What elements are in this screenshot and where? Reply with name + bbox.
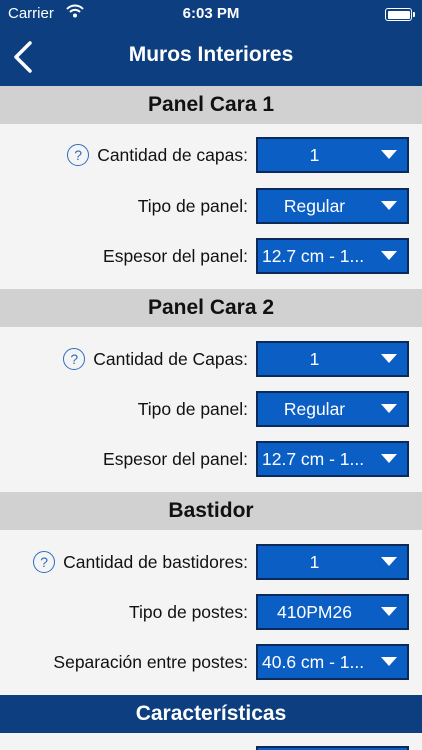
dropdown-arrow-icon bbox=[381, 150, 397, 159]
row-panel1-tipo: Tipo de panel: Regular bbox=[0, 188, 422, 224]
panel1-tipo-select[interactable]: Regular bbox=[256, 188, 409, 224]
help-icon[interactable]: ? bbox=[63, 348, 86, 370]
dropdown-arrow-icon bbox=[381, 404, 397, 413]
row-bastidor-postes: Tipo de postes: 410PM26 bbox=[0, 594, 422, 630]
row-panel2-tipo: Tipo de panel: Regular bbox=[0, 391, 422, 427]
bastidor-separacion-label: Separación entre postes: bbox=[53, 651, 248, 672]
panel2-espesor-label: Espesor del panel: bbox=[103, 448, 248, 469]
panel2-capas-label: Cantidad de Capas: bbox=[93, 348, 248, 369]
battery-icon bbox=[385, 8, 415, 21]
bastidor-cantidad-label: Cantidad de bastidores: bbox=[63, 551, 248, 572]
bastidor-cantidad-select[interactable]: 1 bbox=[256, 544, 409, 580]
section-header-panel-cara-2: Panel Cara 2 bbox=[0, 289, 422, 327]
dropdown-arrow-icon bbox=[381, 607, 397, 616]
row-panel1-capas: ? Cantidad de capas: 1 bbox=[0, 137, 422, 173]
panel1-espesor-label: Espesor del panel: bbox=[103, 245, 248, 266]
panel1-tipo-label: Tipo de panel: bbox=[137, 195, 248, 216]
help-icon[interactable]: ? bbox=[67, 144, 90, 166]
panel1-espesor-select[interactable]: 12.7 cm - 1... bbox=[256, 238, 409, 274]
clock: 6:03 PM bbox=[182, 5, 240, 22]
dropdown-arrow-icon bbox=[381, 454, 397, 463]
panel2-tipo-label: Tipo de panel: bbox=[137, 398, 248, 419]
dropdown-arrow-icon bbox=[381, 354, 397, 363]
dropdown-arrow-icon bbox=[381, 201, 397, 210]
row-bastidor-separacion: Separación entre postes: 40.6 cm - 1... bbox=[0, 644, 422, 680]
nav-bar: Muros Interiores bbox=[0, 28, 422, 86]
page-title: Muros Interiores bbox=[128, 43, 294, 66]
panel2-tipo-select[interactable]: Regular bbox=[256, 391, 409, 427]
partial-select-peek[interactable] bbox=[256, 746, 409, 750]
dropdown-arrow-icon bbox=[381, 557, 397, 566]
bastidor-postes-select[interactable]: 410PM26 bbox=[256, 594, 409, 630]
bastidor-separacion-select[interactable]: 40.6 cm - 1... bbox=[256, 644, 409, 680]
dropdown-arrow-icon bbox=[381, 657, 397, 666]
section-header-bastidor: Bastidor bbox=[0, 492, 422, 530]
row-panel2-capas: ? Cantidad de Capas: 1 bbox=[0, 341, 422, 377]
bastidor-postes-label: Tipo de postes: bbox=[128, 601, 248, 622]
panel2-capas-select[interactable]: 1 bbox=[256, 341, 409, 377]
panel1-capas-label: Cantidad de capas: bbox=[97, 144, 248, 165]
row-panel1-espesor: Espesor del panel: 12.7 cm - 1... bbox=[0, 238, 422, 274]
row-panel2-espesor: Espesor del panel: 12.7 cm - 1... bbox=[0, 441, 422, 477]
navigation-header: Carrier 6:03 PM Muros Interiores bbox=[0, 0, 422, 86]
status-bar: Carrier 6:03 PM bbox=[0, 0, 422, 28]
section-header-panel-cara-1: Panel Cara 1 bbox=[0, 86, 422, 124]
panel1-capas-select[interactable]: 1 bbox=[256, 137, 409, 173]
help-icon[interactable]: ? bbox=[33, 551, 56, 573]
dropdown-arrow-icon bbox=[381, 251, 397, 260]
section-header-caracteristicas: Características bbox=[0, 695, 422, 733]
panel2-espesor-select[interactable]: 12.7 cm - 1... bbox=[256, 441, 409, 477]
row-bastidor-cantidad: ? Cantidad de bastidores: 1 bbox=[0, 544, 422, 580]
